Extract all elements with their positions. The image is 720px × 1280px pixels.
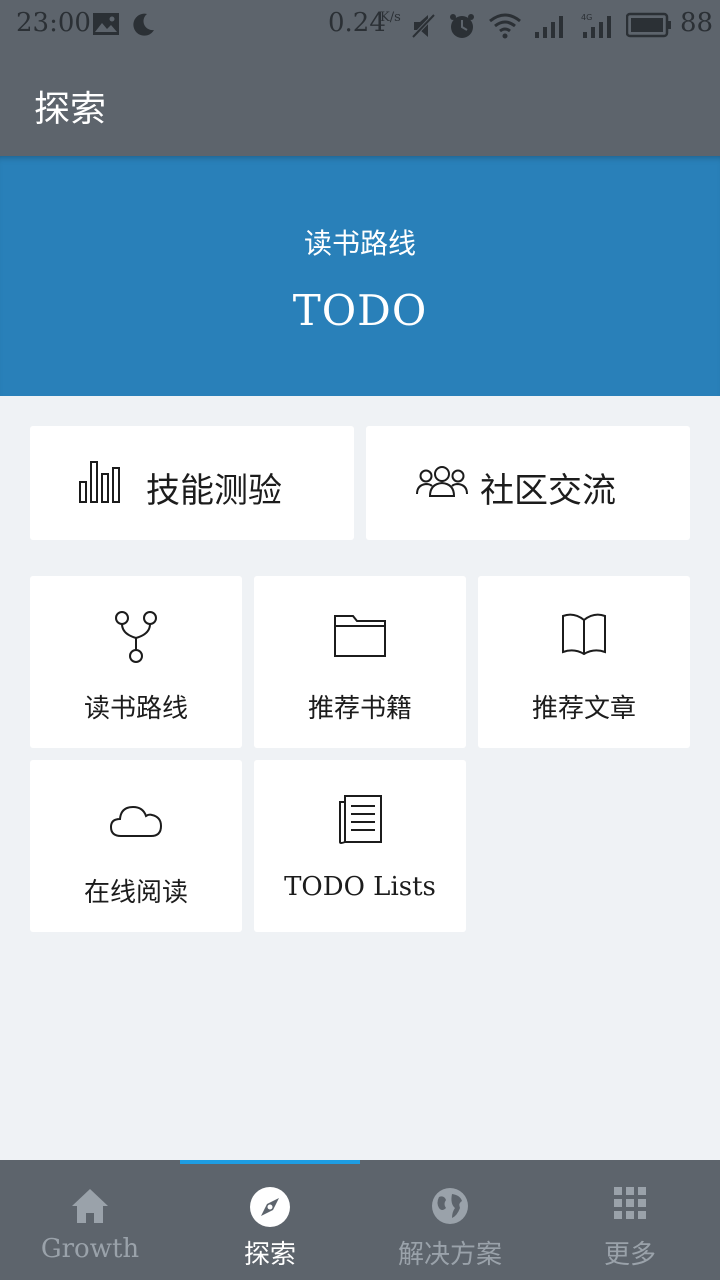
community-card[interactable]: 社区交流 xyxy=(366,426,690,540)
tile-online-reading[interactable]: 在线阅读 xyxy=(30,760,242,932)
skill-test-label: 技能测验 xyxy=(146,471,282,511)
community-label: 社区交流 xyxy=(480,471,616,511)
wifi-icon xyxy=(488,12,522,44)
branch-icon xyxy=(30,610,242,664)
status-bar: 23:00 0.24 K/s 4G 88 xyxy=(0,0,720,50)
svg-text:4G: 4G xyxy=(581,13,592,22)
4g-signal-icon: 4G xyxy=(580,12,618,44)
document-list-icon xyxy=(254,794,466,848)
skill-test-card[interactable]: 技能测验 xyxy=(30,426,354,540)
app-bar: 探索 xyxy=(0,50,720,156)
globe-icon xyxy=(360,1186,540,1228)
status-time: 23:00 xyxy=(16,8,91,38)
tile-todo-lists[interactable]: TODO Lists xyxy=(254,760,466,932)
folder-icon xyxy=(254,610,466,664)
tile-reading-route-label: 读书路线 xyxy=(83,694,188,724)
bottom-tab-bar: Growth 探索 解决方案 更多 xyxy=(0,1160,720,1280)
home-icon xyxy=(0,1186,180,1228)
compass-icon xyxy=(180,1186,360,1228)
users-icon xyxy=(416,464,468,502)
tab-solutions-label: 解决方案 xyxy=(397,1240,502,1270)
tab-explore-label: 探索 xyxy=(243,1240,296,1270)
tab-growth[interactable]: Growth xyxy=(0,1160,180,1280)
net-speed-unit: K/s xyxy=(380,10,401,25)
net-speed: 0.24 xyxy=(328,8,386,38)
battery-level: 88 xyxy=(680,8,714,38)
battery-icon xyxy=(625,12,672,42)
page-title: 探索 xyxy=(34,89,107,130)
tab-explore[interactable]: 探索 xyxy=(180,1160,360,1280)
image-icon xyxy=(92,12,120,40)
tab-growth-label: Growth xyxy=(40,1234,140,1264)
cloud-icon xyxy=(30,794,242,848)
tile-recommended-books[interactable]: 推荐书籍 xyxy=(254,576,466,748)
mute-icon xyxy=(410,12,438,44)
tile-reading-route[interactable]: 读书路线 xyxy=(30,576,242,748)
tile-recommended-articles-label: 推荐文章 xyxy=(531,694,636,724)
tab-more-label: 更多 xyxy=(603,1240,656,1270)
moon-icon xyxy=(130,12,156,42)
tile-todo-lists-label: TODO Lists xyxy=(284,872,436,902)
tile-online-reading-label: 在线阅读 xyxy=(83,878,188,908)
tile-recommended-books-label: 推荐书籍 xyxy=(307,694,412,724)
alarm-icon xyxy=(448,12,476,44)
signal-icon xyxy=(534,12,570,44)
tab-solutions[interactable]: 解决方案 xyxy=(360,1160,540,1280)
reading-route-banner[interactable]: 读书路线 TODO xyxy=(0,156,720,396)
bar-chart-icon xyxy=(78,458,122,508)
open-book-icon xyxy=(478,610,690,664)
banner-title: TODO xyxy=(292,286,428,335)
tab-more[interactable]: 更多 xyxy=(540,1160,720,1280)
banner-subtitle: 读书路线 xyxy=(303,227,416,260)
tile-recommended-articles[interactable]: 推荐文章 xyxy=(478,576,690,748)
grid-icon xyxy=(540,1186,720,1228)
